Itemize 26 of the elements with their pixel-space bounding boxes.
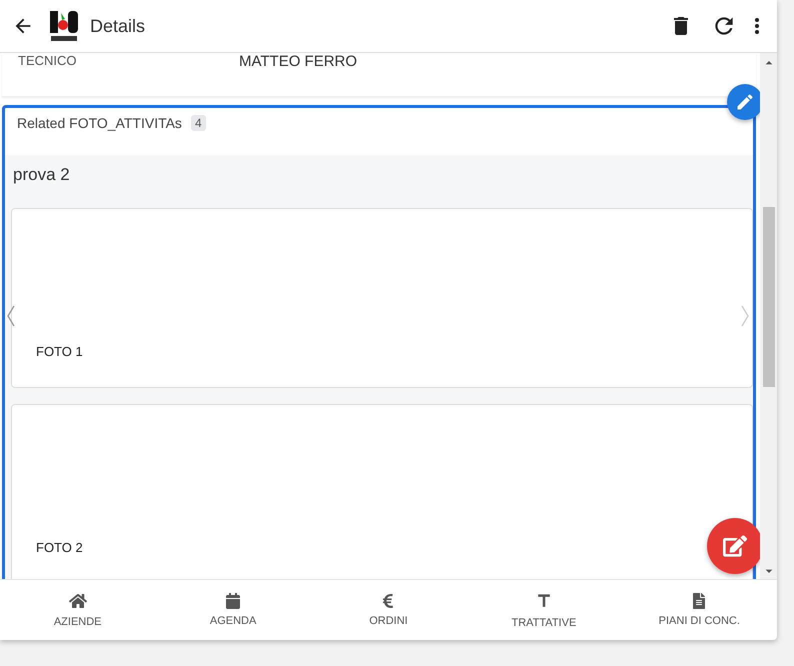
chevron-left-icon <box>7 305 15 327</box>
nav-tab[interactable]: TRATTATIVE <box>466 580 622 640</box>
home-icon <box>68 592 87 610</box>
chevron-right-icon <box>741 305 749 327</box>
pencil-icon <box>735 92 755 112</box>
edit-icon <box>723 534 747 558</box>
field-label: TECNICO <box>18 53 78 70</box>
scroll-thumb[interactable] <box>762 207 774 387</box>
previous-button[interactable] <box>7 305 15 327</box>
logo-icon <box>48 9 80 43</box>
more-icon <box>755 18 759 34</box>
nav-tab[interactable]: ORDINI <box>310 580 466 640</box>
nav-tab[interactable]: AZIENDE <box>0 580 156 640</box>
scrollbar[interactable] <box>760 53 777 579</box>
count-badge: 4 <box>190 115 206 131</box>
field-value: MATTEO FERRO <box>239 53 358 70</box>
group-title: prova 2 <box>12 164 71 186</box>
nav-tab[interactable]: AGENDA <box>155 580 311 640</box>
nav-tab[interactable]: PIANI DI CONC. <box>622 580 777 640</box>
related-title: Related FOTO_ATTIVITAs <box>17 115 182 131</box>
document-icon <box>691 593 708 609</box>
edit-button[interactable] <box>727 84 760 120</box>
page-title: Details <box>90 16 146 36</box>
photo-card[interactable]: FOTO 1 <box>11 208 753 388</box>
photo-card[interactable]: FOTO 2 <box>11 404 753 579</box>
calendar-icon <box>225 593 242 609</box>
